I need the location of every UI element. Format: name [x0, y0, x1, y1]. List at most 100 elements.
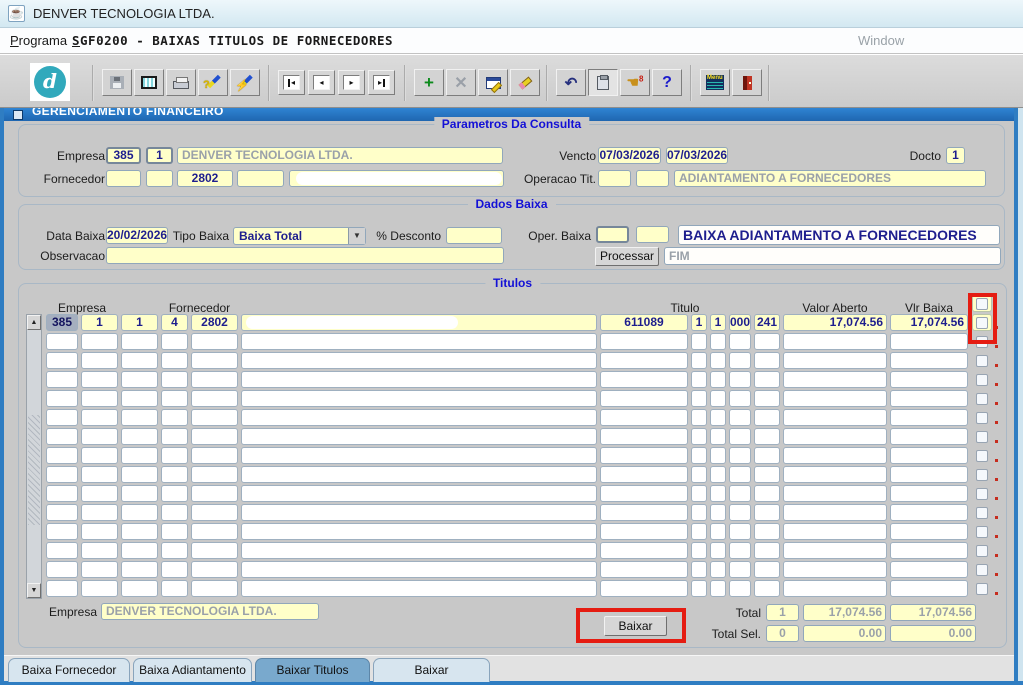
titulos-cell[interactable] — [754, 580, 780, 597]
undo-button[interactable]: ↶ — [556, 69, 586, 96]
titulos-cell[interactable] — [46, 409, 78, 426]
titulos-cell[interactable] — [600, 352, 688, 369]
titulos-cell[interactable] — [121, 333, 158, 350]
menu-program-title[interactable]: SGF0200 - BAIXAS TITULOS DE FORNECEDORES — [72, 33, 393, 48]
titulos-cell[interactable] — [754, 409, 780, 426]
row-select-checkbox[interactable] — [972, 504, 992, 521]
titulos-cell[interactable] — [710, 428, 726, 445]
titulos-cell[interactable] — [191, 390, 238, 407]
titulos-cell[interactable] — [600, 523, 688, 540]
titulos-cell[interactable] — [754, 352, 780, 369]
titulos-cell[interactable] — [161, 428, 188, 445]
titulos-cell[interactable] — [890, 390, 968, 407]
row-select-checkbox[interactable] — [972, 485, 992, 502]
titulos-cell[interactable] — [890, 466, 968, 483]
titulos-cell[interactable] — [161, 409, 188, 426]
titulos-cell[interactable] — [600, 371, 688, 388]
titulos-cell[interactable] — [710, 409, 726, 426]
titulos-cell[interactable] — [241, 352, 597, 369]
titulos-cell[interactable] — [600, 504, 688, 521]
titulos-cell[interactable] — [729, 580, 751, 597]
titulos-cell[interactable] — [161, 333, 188, 350]
row-select-checkbox[interactable] — [972, 561, 992, 578]
titulos-cell[interactable] — [710, 447, 726, 464]
titulos-cell[interactable] — [121, 542, 158, 559]
empresa-name-field[interactable]: DENVER TECNOLOGIA LTDA. — [177, 147, 503, 164]
titulos-cell[interactable] — [754, 504, 780, 521]
titulos-cell[interactable] — [46, 504, 78, 521]
titulos-cell[interactable] — [754, 561, 780, 578]
titulos-cell[interactable] — [81, 580, 118, 597]
delete-record-button[interactable]: ✕ — [446, 69, 476, 96]
titulos-cell[interactable] — [754, 466, 780, 483]
titulos-cell[interactable] — [600, 466, 688, 483]
titulos-cell[interactable] — [890, 542, 968, 559]
titulos-cell[interactable] — [710, 504, 726, 521]
titulos-cell[interactable] — [783, 409, 887, 426]
titulos-cell[interactable] — [241, 523, 597, 540]
titulos-cell[interactable] — [191, 504, 238, 521]
docto-field[interactable]: 1 — [946, 147, 965, 164]
titulos-cell[interactable] — [81, 542, 118, 559]
titulos-cell[interactable] — [81, 485, 118, 502]
clipboard-button[interactable] — [588, 69, 618, 96]
titulos-cell[interactable] — [783, 428, 887, 445]
titulos-cell[interactable] — [241, 561, 597, 578]
titulos-cell[interactable] — [241, 466, 597, 483]
menu-window[interactable]: Window — [858, 33, 904, 48]
titulos-cell[interactable] — [161, 523, 188, 540]
titulos-cell[interactable] — [121, 466, 158, 483]
titulos-cell[interactable] — [729, 447, 751, 464]
titulos-cell[interactable] — [121, 428, 158, 445]
titulos-cell[interactable] — [890, 428, 968, 445]
add-record-button[interactable]: + — [414, 69, 444, 96]
first-record-button[interactable]: ◂ — [278, 70, 305, 95]
titulos-cell[interactable] — [81, 352, 118, 369]
titulos-cell[interactable] — [81, 466, 118, 483]
titulos-cell[interactable] — [729, 485, 751, 502]
titulos-cell[interactable] — [691, 333, 707, 350]
titulos-cell[interactable] — [691, 542, 707, 559]
titulos-cell[interactable] — [81, 561, 118, 578]
titulos-cell[interactable] — [729, 352, 751, 369]
titulos-cell[interactable] — [600, 428, 688, 445]
titulos-cell[interactable] — [121, 523, 158, 540]
titulos-cell[interactable] — [754, 428, 780, 445]
titulos-cell[interactable] — [241, 447, 597, 464]
enter-query-button[interactable]: ? — [198, 69, 228, 96]
titulos-cell[interactable] — [46, 333, 78, 350]
row-select-checkbox[interactable] — [972, 371, 992, 388]
titulos-cell[interactable] — [783, 542, 887, 559]
titulos-cell[interactable] — [890, 409, 968, 426]
titulos-cell[interactable] — [191, 523, 238, 540]
row-select-checkbox[interactable] — [972, 580, 992, 597]
titulos-cell[interactable] — [600, 333, 688, 350]
titulos-cell[interactable] — [121, 447, 158, 464]
next-record-button[interactable]: ▸ — [338, 70, 365, 95]
titulos-cell[interactable] — [46, 523, 78, 540]
desconto-field[interactable] — [446, 227, 502, 244]
titulos-cell[interactable] — [161, 447, 188, 464]
titulos-cell[interactable] — [783, 523, 887, 540]
titulos-cell[interactable] — [729, 390, 751, 407]
vencto-to-field[interactable]: 07/03/2026 — [666, 147, 728, 164]
titulos-cell[interactable] — [121, 485, 158, 502]
titulos-cell[interactable] — [783, 466, 887, 483]
fornecedor-name-field[interactable] — [289, 170, 504, 187]
titulos-cell[interactable] — [161, 504, 188, 521]
titulos-cell[interactable] — [191, 485, 238, 502]
titulos-cell[interactable] — [783, 390, 887, 407]
fornecedor-f4-field[interactable] — [237, 170, 284, 187]
titulos-cell[interactable] — [691, 371, 707, 388]
fornecedor-f1-field[interactable] — [106, 170, 141, 187]
row-select-checkbox[interactable] — [972, 447, 992, 464]
titulos-cell[interactable] — [890, 561, 968, 578]
titulos-cell[interactable] — [191, 409, 238, 426]
titulos-cell[interactable] — [691, 447, 707, 464]
titulos-cell[interactable] — [600, 485, 688, 502]
titulos-cell[interactable]: 17,074.56 — [783, 314, 887, 331]
titulos-cell[interactable]: 1 — [121, 314, 158, 331]
titulos-cell[interactable] — [710, 542, 726, 559]
titulos-cell[interactable] — [710, 352, 726, 369]
titulos-cell[interactable] — [691, 390, 707, 407]
